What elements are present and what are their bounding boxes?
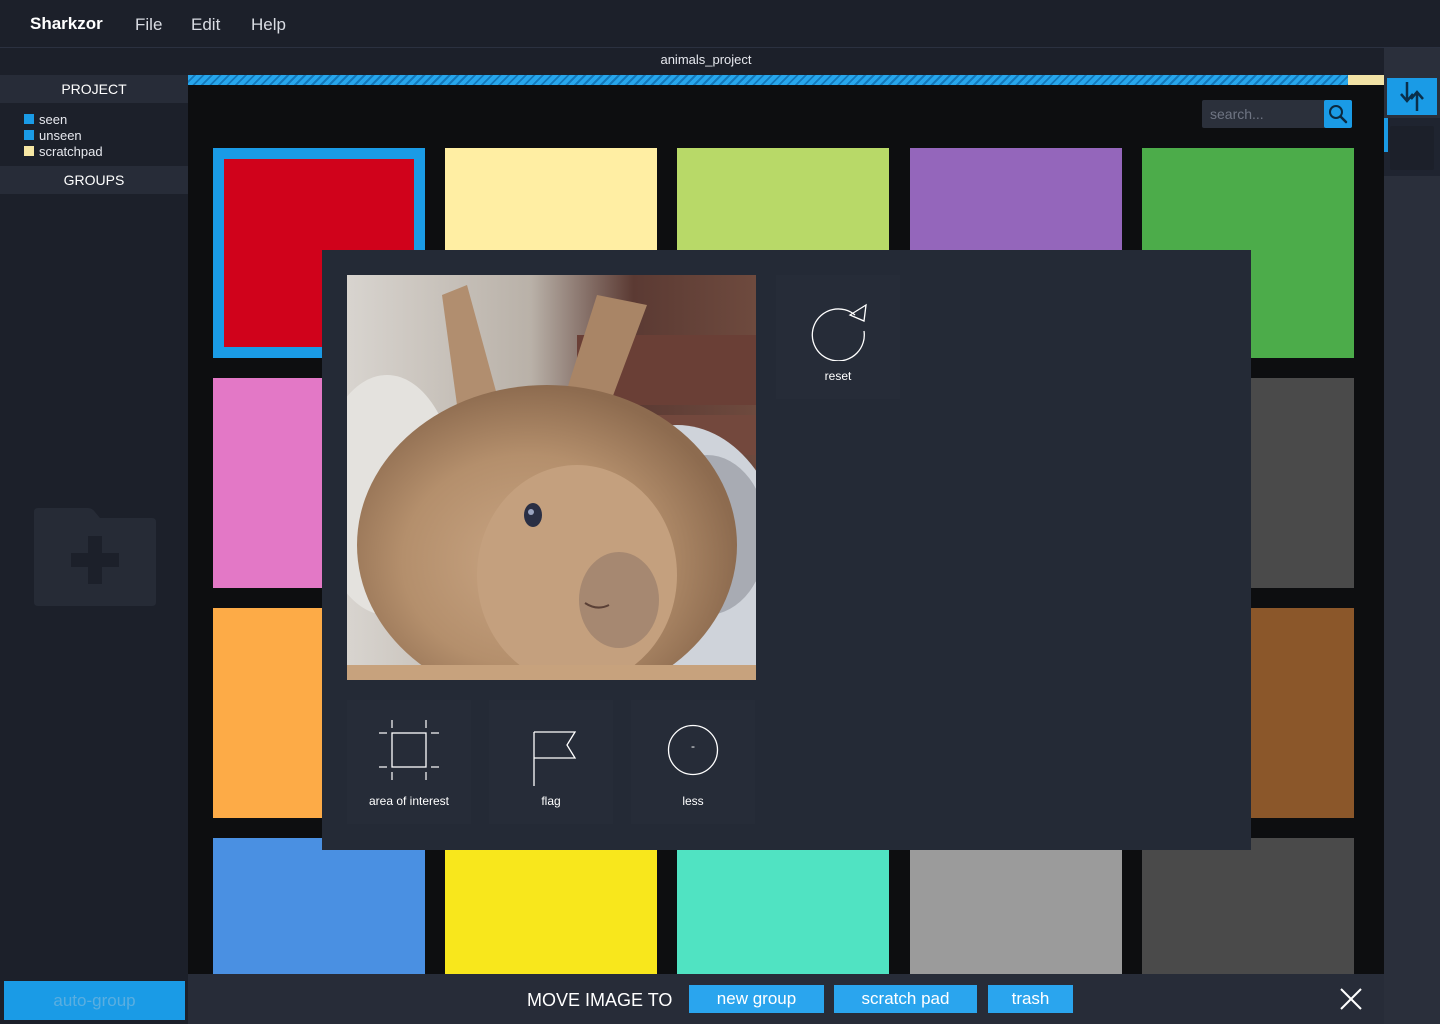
reset-icon (811, 303, 867, 361)
less-glyph: - (691, 739, 695, 753)
project-title: animals_project (660, 52, 752, 67)
groups-heading: GROUPS (0, 166, 188, 194)
auto-group-button[interactable]: auto-group (4, 981, 185, 1020)
flag-tool[interactable]: flag (489, 700, 613, 824)
reset-label: reset (824, 369, 852, 383)
progress-bar (188, 75, 1384, 85)
group-thumbnail-indicator (1384, 118, 1388, 152)
move-image-bar: MOVE IMAGE TO new group scratch pad tras… (188, 974, 1384, 1024)
trash-button[interactable]: trash (988, 985, 1073, 1013)
app-name: Sharkzor (30, 14, 103, 33)
legend-scratchpad-swatch (24, 146, 34, 156)
image-tile[interactable] (910, 838, 1122, 974)
legend-scratchpad: scratchpad (24, 143, 103, 159)
image-tile[interactable] (677, 838, 889, 974)
image-detail-modal: reset area of interest flag - less (322, 250, 1251, 850)
group-thumbnail-image (1390, 126, 1434, 170)
image-tile[interactable] (1142, 838, 1354, 974)
flag-icon (533, 731, 577, 786)
legend-scratchpad-label: scratchpad (39, 143, 103, 159)
search-icon[interactable] (1324, 100, 1352, 128)
search-box (1202, 100, 1352, 128)
move-image-label: MOVE IMAGE TO (527, 990, 673, 1010)
legend-unseen: unseen (24, 127, 82, 143)
less-tool[interactable]: - less (631, 700, 755, 824)
group-thumbnail[interactable] (1384, 118, 1440, 176)
menu-file[interactable]: File (135, 15, 162, 35)
less-label: less (682, 794, 704, 808)
sidebar: PROJECT seen unseen scratchpad GROUPS au… (0, 48, 188, 1024)
menu-edit[interactable]: Edit (191, 15, 220, 35)
rabbit-photo (347, 275, 756, 680)
reset-tool[interactable]: reset (776, 275, 900, 399)
legend-seen-swatch (24, 114, 34, 124)
progress-fill (188, 75, 1349, 85)
legend-seen-label: seen (39, 111, 68, 127)
image-tile[interactable] (213, 838, 425, 974)
scratch-pad-button[interactable]: scratch pad (834, 985, 977, 1013)
project-heading: PROJECT (0, 75, 188, 103)
menu-bar: Sharkzor File Edit Help (0, 0, 1440, 48)
new-group-button[interactable]: new group (689, 985, 824, 1013)
search-input[interactable] (1202, 100, 1324, 128)
legend-unseen-label: unseen (39, 127, 82, 143)
area-of-interest-label: area of interest (368, 794, 450, 808)
legend-seen: seen (24, 111, 67, 127)
area-of-interest-icon (379, 720, 439, 780)
area-of-interest-tool[interactable]: area of interest (347, 700, 471, 824)
close-icon[interactable] (1338, 986, 1364, 1012)
image-tile[interactable] (445, 838, 657, 974)
flag-label: flag (541, 794, 561, 808)
folder-plus-icon[interactable] (32, 506, 158, 606)
sort-arrows-icon[interactable] (1387, 78, 1437, 115)
legend-unseen-swatch (24, 130, 34, 140)
menu-help[interactable]: Help (251, 15, 286, 35)
right-panel (1384, 48, 1440, 1024)
